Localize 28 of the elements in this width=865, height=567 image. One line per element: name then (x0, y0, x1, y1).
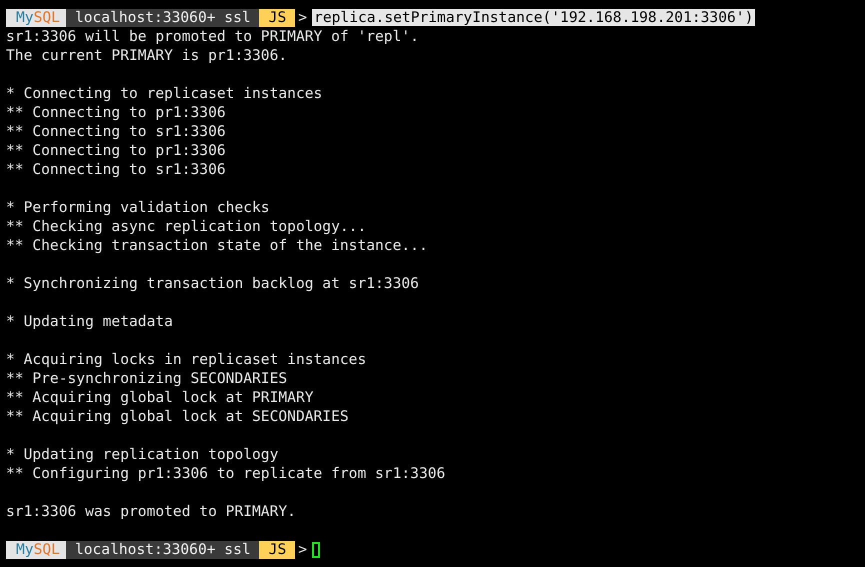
output-line: ** Pre-synchronizing SECONDARIES (6, 370, 288, 387)
output-line: ** Connecting to pr1:3306 (6, 142, 226, 159)
prompt-logo: MySQL (6, 8, 66, 26)
output-line: sr1:3306 will be promoted to PRIMARY of 'repl'. (6, 28, 419, 45)
output-line: sr1:3306 was promoted to PRIMARY. (6, 503, 296, 520)
output-line: * Synchronizing transaction backlog at sr1:3306 (6, 275, 419, 292)
output-line: * Updating metadata (6, 313, 173, 330)
prompt-arrow: > (298, 541, 308, 558)
output-line: ** Connecting to sr1:3306 (6, 123, 226, 140)
output-line: * Acquiring locks in replicaset instances (6, 351, 366, 368)
prompt-mode: JS (258, 8, 296, 26)
prompt-host: localhost:33060+ ssl (66, 8, 259, 26)
output-line: ** Checking async replication topology... (6, 218, 366, 235)
output-line: * Performing validation checks (6, 199, 270, 216)
output-line: ** Configuring pr1:3306 to replicate from sr1:3306 (6, 465, 446, 482)
prompt-logo: MySQL (6, 540, 66, 558)
prompt-arrow: > (298, 9, 308, 26)
output-line: * Updating replication topology (6, 446, 278, 463)
output-line: * Connecting to replicaset instances (6, 85, 322, 102)
command-text: replica.setPrimaryInstance('192.168.198.201:3306') (312, 9, 756, 26)
prompt-host: localhost:33060+ ssl (66, 540, 259, 558)
output-line: ** Acquiring global lock at SECONDARIES (6, 408, 349, 425)
output-line: ** Connecting to pr1:3306 (6, 104, 226, 121)
prompt-mode: JS (258, 540, 296, 558)
output-line: ** Connecting to sr1:3306 (6, 161, 226, 178)
output-line: ** Checking transaction state of the instance... (6, 237, 428, 254)
output-line: The current PRIMARY is pr1:3306. (6, 47, 288, 64)
output-line: ** Acquiring global lock at PRIMARY (6, 389, 314, 406)
